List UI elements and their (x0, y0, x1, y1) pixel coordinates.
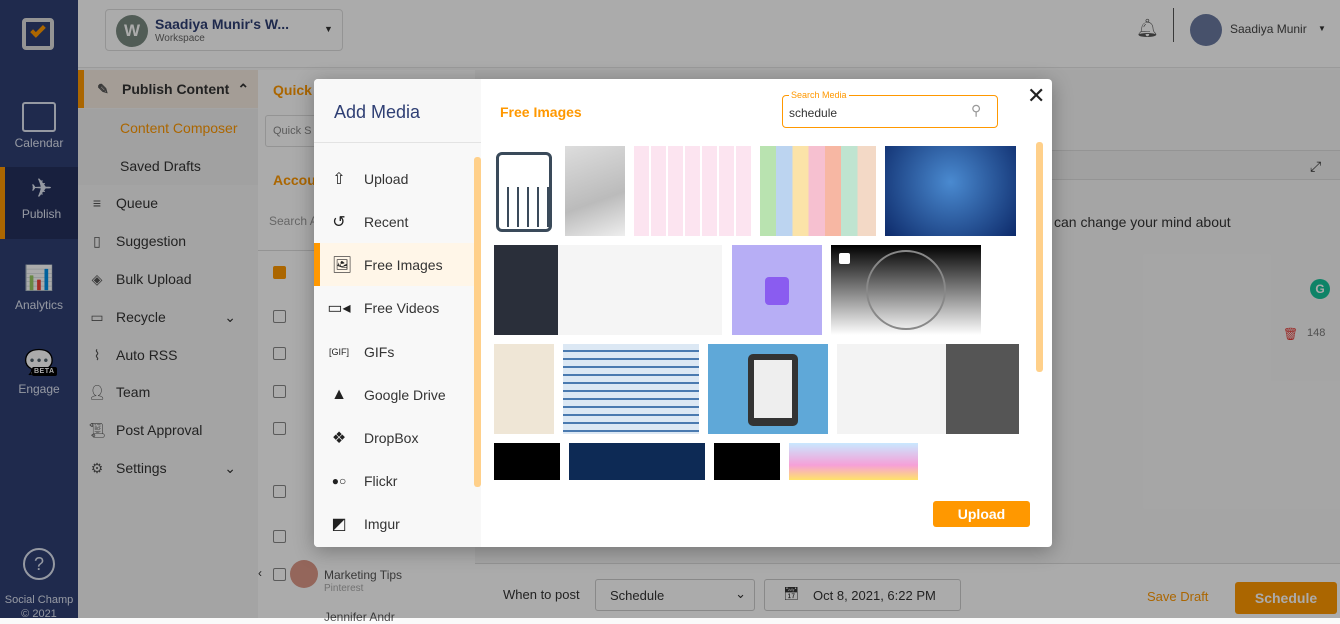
media-thumbnail[interactable] (837, 344, 1019, 434)
media-thumbnail[interactable] (708, 344, 828, 434)
search-value[interactable]: schedule (789, 106, 837, 120)
media-thumbnail[interactable] (634, 146, 751, 236)
select-checkbox[interactable] (839, 253, 850, 264)
source-recent[interactable]: ↺ Recent (314, 200, 474, 243)
media-thumbnail[interactable] (494, 146, 556, 236)
flickr-icon: ●○ (331, 473, 347, 488)
modal-title: Add Media (334, 102, 421, 122)
video-icon: ▭◂ (327, 299, 351, 317)
upload-icon: ⇧ (332, 170, 346, 188)
gif-icon: [GIF] (329, 346, 349, 357)
source-google-drive[interactable]: ▲ Google Drive (314, 373, 474, 416)
history-icon: ↺ (332, 213, 346, 231)
dropbox-icon: ❖ (331, 429, 347, 447)
media-sources-panel: Add Media ⇧ Upload ↺ Recent 🖼︎ Free Images … (314, 79, 481, 547)
upload-button[interactable]: Upload (933, 501, 1030, 527)
label: Flickr (364, 472, 398, 489)
media-thumbnail[interactable] (494, 245, 722, 335)
search-media-input[interactable]: Search Media schedule ⚲ (782, 90, 998, 128)
label: GIFs (364, 343, 395, 360)
add-media-modal: Add Media ⇧ Upload ↺ Recent 🖼︎ Free Images … (314, 79, 1052, 547)
source-free-images[interactable]: 🖼︎ Free Images (314, 243, 474, 286)
label: Imgur (364, 515, 400, 532)
media-thumbnail[interactable] (885, 146, 1016, 236)
scrollbar[interactable] (474, 157, 481, 487)
label: DropBox (364, 429, 419, 446)
media-thumbnail[interactable] (760, 146, 876, 236)
media-thumbnail[interactable] (789, 443, 918, 480)
source-upload[interactable]: ⇧ Upload (314, 157, 474, 200)
divider (314, 142, 481, 143)
source-dropbox[interactable]: ❖ DropBox (314, 416, 474, 459)
source-gifs[interactable]: [GIF] GIFs (314, 330, 474, 373)
label: Google Drive (364, 386, 446, 403)
media-thumbnail[interactable] (714, 443, 780, 480)
image-icon: 🖼︎ (331, 256, 353, 274)
media-thumbnail[interactable] (565, 146, 625, 236)
label: Recent (364, 213, 409, 230)
scrollbar[interactable] (1036, 142, 1043, 372)
media-thumbnail[interactable] (831, 245, 981, 335)
search-icon[interactable]: ⚲ (971, 102, 981, 119)
media-thumbnail[interactable] (563, 344, 699, 434)
media-thumbnail[interactable] (732, 245, 822, 335)
section-title: Free Images (500, 104, 582, 120)
source-imgur[interactable]: ◩ Imgur (314, 502, 474, 545)
media-thumbnail[interactable] (494, 344, 554, 434)
label: Upload (364, 170, 409, 187)
source-flickr[interactable]: ●○ Flickr (314, 459, 474, 502)
imgur-icon: ◩ (331, 515, 347, 533)
media-thumbnail[interactable] (569, 443, 705, 480)
label: Free Images (364, 256, 443, 273)
label: Free Videos (364, 299, 440, 316)
google-drive-icon: ▲ (331, 385, 347, 403)
close-icon[interactable]: ✕ (1027, 83, 1045, 109)
search-label: Search Media (789, 90, 849, 100)
media-thumbnail[interactable] (494, 443, 560, 480)
source-free-videos[interactable]: ▭◂ Free Videos (314, 286, 474, 329)
